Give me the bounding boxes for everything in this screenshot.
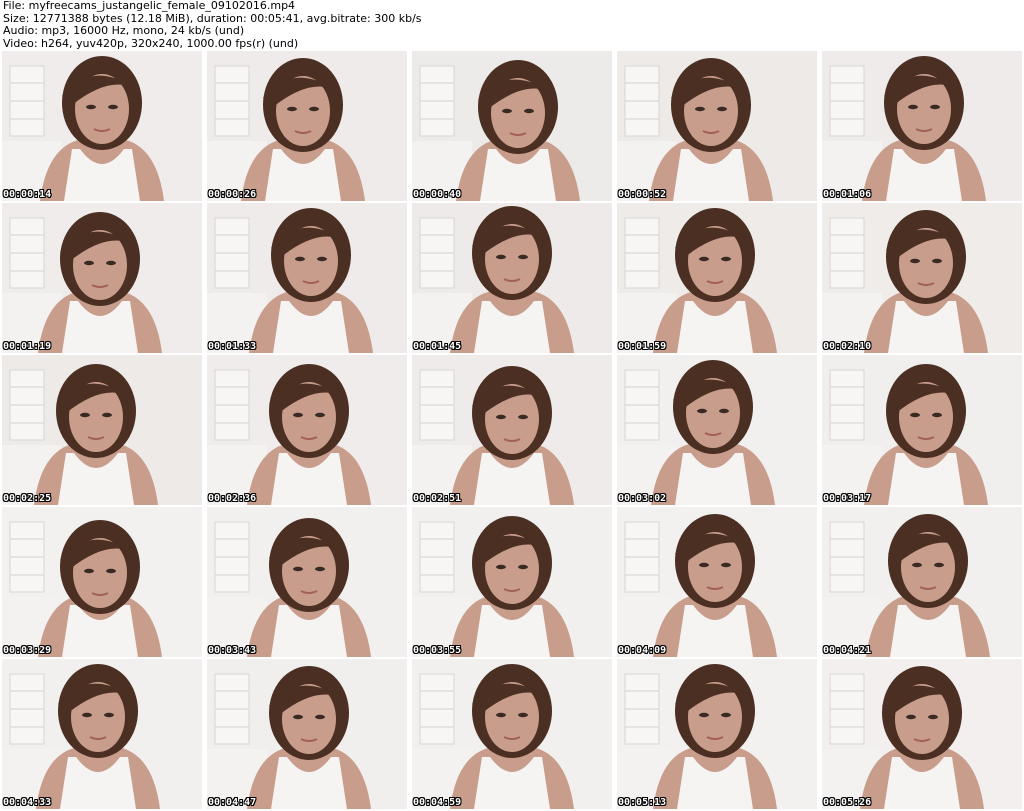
file-name-line: File: myfreecams_justangelic_female_0910…: [3, 0, 296, 12]
thumbnail-timestamp: 00:01:06: [823, 189, 872, 200]
video-thumbnail: 00:05:26: [822, 659, 1022, 809]
thumbnail-image: [207, 659, 407, 809]
thumbnail-timestamp: 00:04:21: [823, 645, 872, 656]
thumbnail-timestamp: 00:02:25: [3, 493, 52, 504]
thumbnail-image: [412, 659, 612, 809]
video-thumbnail: 00:00:14: [2, 51, 202, 201]
video-thumbnail: 00:01:45: [412, 203, 612, 353]
thumbnail-image: [617, 659, 817, 809]
thumbnail-image: [822, 203, 1022, 353]
thumbnail-timestamp: 00:02:10: [823, 341, 872, 352]
video-thumbnail: 00:01:19: [2, 203, 202, 353]
thumbnail-timestamp: 00:04:47: [208, 797, 257, 808]
thumbnail-timestamp: 00:02:51: [413, 493, 462, 504]
thumbnail-image: [822, 355, 1022, 505]
video-thumbnail: 00:05:13: [617, 659, 817, 809]
thumbnail-timestamp: 00:05:13: [618, 797, 667, 808]
thumbnail-image: [617, 355, 817, 505]
thumbnail-timestamp: 00:04:33: [3, 797, 52, 808]
thumbnail-image: [2, 355, 202, 505]
video-thumbnail: 00:00:52: [617, 51, 817, 201]
thumbnail-timestamp: 00:04:09: [618, 645, 667, 656]
video-thumbnail: 00:01:59: [617, 203, 817, 353]
video-thumbnail: 00:01:06: [822, 51, 1022, 201]
thumbnail-image: [2, 51, 202, 201]
video-thumbnail: 00:00:26: [207, 51, 407, 201]
thumbnail-timestamp: 00:03:55: [413, 645, 462, 656]
thumbnail-image: [207, 203, 407, 353]
video-thumbnail: 00:03:29: [2, 507, 202, 657]
thumbnail-image: [2, 659, 202, 809]
thumbnail-image: [617, 507, 817, 657]
thumbnail-timestamp: 00:05:26: [823, 797, 872, 808]
video-thumbnail: 00:02:10: [822, 203, 1022, 353]
thumbnail-timestamp: 00:00:26: [208, 189, 257, 200]
video-thumbnail: 00:04:09: [617, 507, 817, 657]
audio-info-line: Audio: mp3, 16000 Hz, mono, 24 kb/s (und…: [3, 24, 245, 37]
thumbnail-image: [412, 507, 612, 657]
thumbnail-timestamp: 00:01:45: [413, 341, 462, 352]
thumbnail-timestamp: 00:03:17: [823, 493, 872, 504]
video-thumbnail: 00:02:36: [207, 355, 407, 505]
video-thumbnail: 00:01:33: [207, 203, 407, 353]
thumbnail-image: [617, 203, 817, 353]
video-thumbnail: 00:03:02: [617, 355, 817, 505]
video-thumbnail: 00:04:59: [412, 659, 612, 809]
thumbnail-image: [412, 355, 612, 505]
video-thumbnail: 00:04:47: [207, 659, 407, 809]
thumbnail-timestamp: 00:00:14: [3, 189, 52, 200]
thumbnail-image: [207, 507, 407, 657]
video-thumbnail: 00:04:33: [2, 659, 202, 809]
thumbnail-image: [412, 51, 612, 201]
thumbnail-timestamp: 00:03:29: [3, 645, 52, 656]
thumbnail-timestamp: 00:04:59: [413, 797, 462, 808]
thumbnail-image: [207, 355, 407, 505]
thumbnail-grid: 00:00:14 00:00:26 00:00:40 00:00:52 00:01:06…: [2, 51, 1022, 809]
thumbnail-image: [822, 507, 1022, 657]
video-thumbnail: 00:03:43: [207, 507, 407, 657]
thumbnail-image: [412, 203, 612, 353]
thumbnail-image: [822, 659, 1022, 809]
video-thumbnail: 00:02:51: [412, 355, 612, 505]
thumbnail-image: [2, 203, 202, 353]
video-thumbnail: 00:00:40: [412, 51, 612, 201]
video-thumbnail: 00:03:17: [822, 355, 1022, 505]
thumbnail-image: [617, 51, 817, 201]
thumbnail-timestamp: 00:00:40: [413, 189, 462, 200]
video-thumbnail: 00:02:25: [2, 355, 202, 505]
thumbnail-timestamp: 00:03:43: [208, 645, 257, 656]
video-info-line: Video: h264, yuv420p, 320x240, 1000.00 f…: [3, 36, 299, 50]
thumbnail-timestamp: 00:02:36: [208, 493, 257, 504]
thumbnail-timestamp: 00:03:02: [618, 493, 667, 504]
file-info-header: File: myfreecams_justangelic_female_0910…: [3, 0, 1021, 50]
thumbnail-timestamp: 00:01:19: [3, 341, 52, 352]
thumbnail-timestamp: 00:01:59: [618, 341, 667, 352]
thumbnail-image: [2, 507, 202, 657]
video-thumbnail: 00:04:21: [822, 507, 1022, 657]
video-thumbnail: 00:03:55: [412, 507, 612, 657]
thumbnail-timestamp: 00:01:33: [208, 341, 257, 352]
thumbnail-timestamp: 00:00:52: [618, 189, 667, 200]
thumbnail-image: [822, 51, 1022, 201]
thumbnail-image: [207, 51, 407, 201]
